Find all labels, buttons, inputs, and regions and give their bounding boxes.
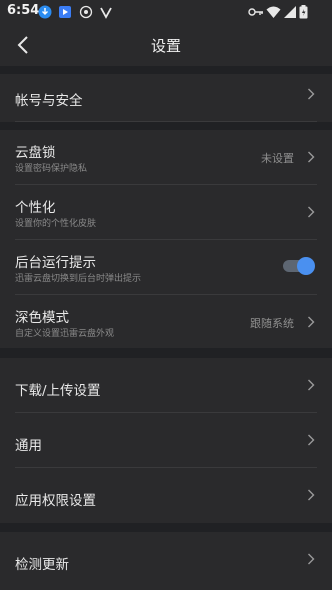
play-store-icon <box>59 6 71 18</box>
chevron-right-icon <box>308 316 315 328</box>
update-group: 检测更新 <box>0 532 332 590</box>
chevron-right-icon <box>308 489 315 501</box>
cloud-lock-value: 未设置 <box>261 152 294 165</box>
battery-icon <box>299 5 308 19</box>
cloud-lock-label: 云盘锁 <box>15 145 56 161</box>
download-icon <box>38 5 52 19</box>
dark-mode-subtitle: 自定义设置迅雷云盘外观 <box>15 329 115 339</box>
account-security-row[interactable]: 帐号与安全 <box>0 74 332 122</box>
permissions-label: 应用权限设置 <box>15 493 96 509</box>
account-security-label: 帐号与安全 <box>15 93 83 109</box>
account-group: 帐号与安全 <box>0 74 332 122</box>
shield-icon <box>79 5 93 19</box>
general-label: 通用 <box>15 438 42 454</box>
general-group: 下载/上传设置 通用 应用权限设置 <box>0 358 332 523</box>
signal-icon <box>284 6 296 18</box>
general-row[interactable]: 通用 <box>0 413 332 468</box>
app-bar: 设置 <box>0 24 332 66</box>
transfer-settings-label: 下载/上传设置 <box>15 383 101 399</box>
chevron-right-icon <box>308 379 315 391</box>
chevron-right-icon <box>308 151 315 163</box>
chevron-right-icon <box>308 206 315 218</box>
dark-mode-label: 深色模式 <box>15 310 69 326</box>
permissions-row[interactable]: 应用权限设置 <box>0 468 332 523</box>
cloud-lock-row[interactable]: 云盘锁 设置密码保护隐私 未设置 <box>0 130 332 185</box>
page-title: 设置 <box>150 37 181 55</box>
check-update-row[interactable]: 检测更新 <box>0 532 332 590</box>
chevron-right-icon <box>308 434 315 446</box>
personalize-row[interactable]: 个性化 设置你的个性化皮肤 <box>0 185 332 240</box>
personalize-label: 个性化 <box>15 200 56 216</box>
check-update-label: 检测更新 <box>15 557 69 573</box>
background-hint-row: 后台运行提示 迅雷云盘切换到后台时弹出提示 <box>0 240 332 295</box>
key-icon <box>248 8 263 16</box>
divider <box>15 121 317 122</box>
chevron-right-icon <box>308 553 315 565</box>
dark-mode-value: 跟随系统 <box>250 317 294 330</box>
background-hint-toggle[interactable] <box>283 257 315 275</box>
toggle-knob <box>297 257 315 275</box>
personalize-subtitle: 设置你的个性化皮肤 <box>15 219 97 229</box>
background-hint-subtitle: 迅雷云盘切换到后台时弹出提示 <box>15 274 142 284</box>
background-hint-label: 后台运行提示 <box>15 255 96 271</box>
status-bar: 6:54 <box>0 0 332 24</box>
chevron-right-icon <box>308 88 315 100</box>
cloud-lock-subtitle: 设置密码保护隐私 <box>15 164 88 174</box>
v-icon <box>100 7 112 19</box>
status-time: 6:54 <box>7 3 40 18</box>
dark-mode-row[interactable]: 深色模式 自定义设置迅雷云盘外观 跟随系统 <box>0 295 332 348</box>
personal-group: 云盘锁 设置密码保护隐私 未设置 个性化 设置你的个性化皮肤 后台运行提示 迅雷… <box>0 130 332 348</box>
transfer-settings-row[interactable]: 下载/上传设置 <box>0 358 332 413</box>
wifi-icon <box>266 6 281 18</box>
